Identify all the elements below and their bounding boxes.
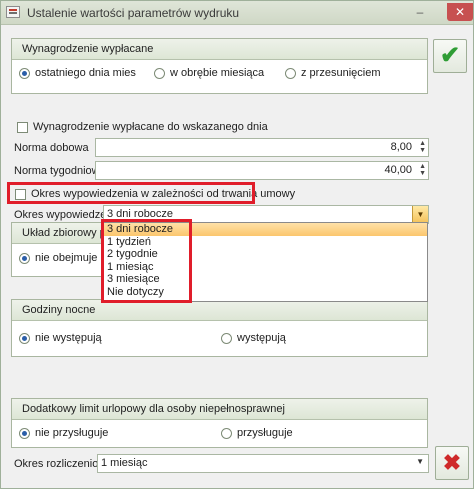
radio-not-entitled[interactable]: nie przysługuje bbox=[19, 427, 108, 439]
night-hours-panel: Godziny nocne nie występują występują bbox=[11, 299, 428, 357]
dropdown-arrow-icon[interactable]: ▼ bbox=[412, 206, 428, 223]
radio-dot bbox=[19, 252, 30, 264]
radio-entitled[interactable]: przysługuje bbox=[221, 427, 293, 439]
salary-to-day-checkbox[interactable]: Wynagrodzenie wypłacane do wskazanego dn… bbox=[17, 121, 268, 133]
radio-label: nie przysługuje bbox=[35, 427, 109, 439]
panel-header: Godziny nocne bbox=[12, 300, 427, 321]
weekly-norm-label: Norma tygodniowa bbox=[14, 165, 106, 177]
radio-with-shift[interactable]: z przesunięciem bbox=[285, 67, 380, 79]
notice-period-value: 3 dni robocze bbox=[107, 208, 174, 220]
spinner-arrows-icon[interactable]: ▲ ▼ bbox=[419, 140, 426, 154]
close-window-button[interactable]: ✕ bbox=[447, 3, 473, 21]
notice-period-dropdown: 3 dni robocze 1 tydzień 2 tygodnie 1 mie… bbox=[103, 222, 428, 302]
radio-dot bbox=[19, 427, 30, 439]
radio-occur[interactable]: występują bbox=[221, 332, 286, 344]
radio-dot bbox=[221, 427, 232, 439]
dropdown-option[interactable]: 3 dni robocze bbox=[104, 223, 427, 236]
panel-header: Wynagrodzenie wypłacane bbox=[12, 39, 427, 60]
radio-label: z przesunięciem bbox=[301, 67, 381, 79]
dropdown-arrow-icon[interactable]: ▼ bbox=[416, 457, 424, 466]
settlement-period-combo[interactable]: 1 miesiąc ▼ bbox=[97, 454, 429, 473]
checkbox-label: Okres wypowiedzenia w zależności od trwa… bbox=[31, 188, 296, 200]
radio-dot bbox=[285, 67, 296, 79]
radio-not-covered[interactable]: nie obejmuje bbox=[19, 252, 97, 264]
radio-dot bbox=[19, 332, 30, 344]
extra-leave-panel: Dodatkowy limit urlopowy dla osoby niepe… bbox=[11, 398, 428, 448]
minimize-button[interactable]: – bbox=[409, 3, 431, 21]
dropdown-option[interactable]: 1 miesiąc bbox=[104, 261, 427, 274]
radio-label: występują bbox=[237, 332, 286, 344]
title-bar: Ustalenie wartości parametrów wydruku – … bbox=[1, 1, 473, 25]
cross-icon: ✖ bbox=[442, 450, 462, 475]
dropdown-option[interactable]: 2 tygodnie bbox=[104, 248, 427, 261]
salary-payment-panel: Wynagrodzenie wypłacane ostatniego dnia … bbox=[11, 38, 428, 94]
weekly-norm-value: 40,00 bbox=[384, 164, 412, 176]
daily-norm-value: 8,00 bbox=[390, 141, 412, 153]
dropdown-option[interactable]: 3 miesiące bbox=[104, 273, 427, 286]
checkbox-box bbox=[17, 121, 28, 133]
cancel-button[interactable]: ✖ bbox=[435, 446, 469, 480]
parameters-dialog: Ustalenie wartości parametrów wydruku – … bbox=[0, 0, 474, 489]
window-title: Ustalenie wartości parametrów wydruku bbox=[27, 6, 240, 20]
radio-label: nie obejmuje bbox=[35, 252, 98, 264]
radio-last-day-of-month[interactable]: ostatniego dnia mies bbox=[19, 67, 136, 79]
dropdown-option[interactable]: 1 tydzień bbox=[104, 236, 427, 249]
daily-norm-label: Norma dobowa bbox=[14, 142, 89, 154]
weekly-norm-field[interactable]: 40,00 ▲ ▼ bbox=[95, 161, 429, 180]
radio-dot bbox=[221, 332, 232, 344]
radio-label: przysługuje bbox=[237, 427, 293, 439]
dropdown-option[interactable]: Nie dotyczy bbox=[104, 286, 427, 299]
checkbox-box bbox=[15, 188, 26, 200]
panel-header: Dodatkowy limit urlopowy dla osoby niepe… bbox=[12, 399, 427, 420]
radio-not-occur[interactable]: nie występują bbox=[19, 332, 102, 344]
daily-norm-field[interactable]: 8,00 ▲ ▼ bbox=[95, 138, 429, 157]
radio-dot bbox=[154, 67, 165, 79]
app-icon bbox=[6, 6, 20, 18]
spinner-arrows-icon[interactable]: ▲ ▼ bbox=[419, 163, 426, 177]
radio-label: w obrębie miesiąca bbox=[170, 67, 265, 79]
notice-by-contract-checkbox[interactable]: Okres wypowiedzenia w zależności od trwa… bbox=[15, 188, 295, 200]
settlement-period-value: 1 miesiąc bbox=[101, 457, 148, 469]
radio-label: nie występują bbox=[35, 332, 102, 344]
ok-button[interactable]: ✔ bbox=[433, 39, 467, 73]
checkmark-icon: ✔ bbox=[439, 42, 461, 69]
radio-within-month[interactable]: w obrębie miesiąca bbox=[154, 67, 264, 79]
checkbox-label: Wynagrodzenie wypłacane do wskazanego dn… bbox=[33, 121, 268, 133]
radio-label: ostatniego dnia mies bbox=[35, 67, 136, 79]
radio-dot bbox=[19, 67, 30, 79]
